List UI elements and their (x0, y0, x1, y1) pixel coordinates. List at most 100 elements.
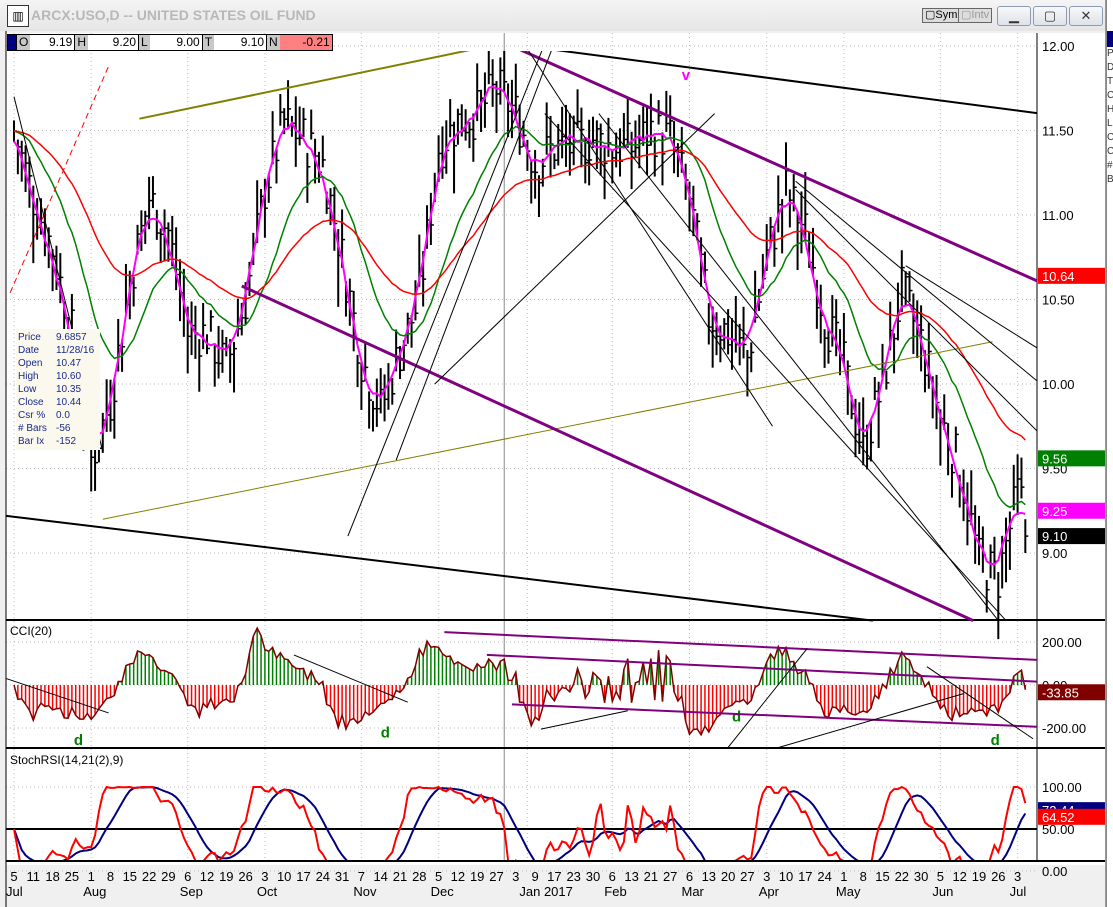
month-label: Oct (257, 884, 278, 899)
date-tick-label: 26 (238, 869, 252, 884)
annotation-label: v (682, 67, 691, 84)
cursor-info-key: Bar Ix (18, 436, 45, 447)
annotation-label: d (74, 732, 83, 749)
date-tick-label: 13 (624, 869, 638, 884)
month-label: Apr (759, 884, 780, 899)
maximize-button[interactable]: ▢ (1033, 6, 1067, 26)
minimize-button[interactable]: ▁ (997, 6, 1031, 26)
cursor-info-value: -152 (56, 436, 77, 447)
cursor-info-key: High (18, 371, 39, 382)
low-value: 9.00 (176, 35, 200, 49)
high-value: 9.20 (112, 35, 137, 49)
cci-tick-label: -200.00 (1042, 721, 1086, 736)
cursor-info-value: 10.60 (56, 371, 82, 382)
date-tick-label: 3 (512, 869, 519, 884)
date-tick-label: 6 (609, 869, 616, 884)
cursor-info-row: Low 10.35 (18, 383, 100, 396)
price-tag: 10.64 (1042, 269, 1075, 284)
cursor-info-row: Csr % 0.0 (18, 409, 100, 422)
price-tag: 9.10 (1042, 529, 1067, 544)
date-tick-label: 8 (107, 869, 114, 884)
cci-value-tag: -33.85 (1042, 685, 1079, 700)
price-tick-label: 11.50 (1042, 124, 1074, 139)
cursor-info-value: 10.47 (56, 358, 82, 369)
month-label: Aug (83, 884, 106, 899)
date-tick-label: 19 (972, 869, 986, 884)
date-tick-label: 18 (45, 869, 59, 884)
cci-title: CCI(20) (10, 624, 52, 638)
cursor-info-row: High 10.60 (18, 370, 100, 383)
price-tick-label: 11.00 (1042, 208, 1074, 223)
date-tick-label: 28 (412, 869, 426, 884)
date-tick-label: 6 (184, 869, 191, 884)
cursor-info-row: # Bars -56 (18, 422, 100, 435)
date-tick-label: 22 (895, 869, 909, 884)
date-tick-label: 30 (914, 869, 928, 884)
date-tick-label: 3 (1014, 869, 1021, 884)
date-tick-label: 26 (991, 869, 1005, 884)
date-tick-label: 9 (531, 869, 538, 884)
intv-link-button[interactable]: ▢Intv (958, 8, 993, 23)
date-tick-label: 5 (435, 869, 442, 884)
date-tick-label: 10 (779, 869, 793, 884)
sym-link-button[interactable]: ▢Sym (922, 8, 961, 23)
side-panel: P D T C H L C C # B (1106, 0, 1113, 907)
date-tick-label: 1 (840, 869, 847, 884)
date-tick-label: 24 (817, 869, 831, 884)
cursor-info-key: Date (18, 345, 40, 356)
last-label: T (201, 35, 215, 50)
side-panel-label: C (1107, 146, 1113, 157)
cursor-info-box: Price 9.6857 Date 11/28/16 Open 10.47 High 10.6… (16, 329, 100, 450)
cursor-info-value: 9.6857 (56, 332, 87, 343)
cursor-info-key: Csr % (18, 410, 46, 421)
cursor-info-key: Open (18, 358, 43, 369)
date-tick-label: 12 (952, 869, 966, 884)
close-button[interactable]: ✕ (1069, 6, 1103, 26)
date-tick-label: 21 (644, 869, 658, 884)
side-panel-label: P (1107, 48, 1113, 59)
price-tag: 9.56 (1042, 451, 1067, 466)
date-tick-label: 5 (937, 869, 944, 884)
date-tick-label: 21 (393, 869, 407, 884)
date-tick-label: 31 (335, 869, 349, 884)
annotation-label: d (991, 732, 1000, 749)
cursor-info-key: Close (18, 397, 44, 408)
intv-label: Intv (971, 9, 990, 21)
date-tick-label: 22 (142, 869, 156, 884)
window-title: ARCX:USO,D -- UNITED STATES OIL FUND (31, 7, 316, 23)
cursor-info-key: # Bars (18, 423, 47, 434)
side-panel-header (1107, 31, 1113, 47)
high-label: H (74, 35, 89, 50)
low-label: L (138, 35, 150, 50)
side-panel-label: D (1107, 62, 1113, 73)
date-tick-label: 19 (470, 869, 484, 884)
date-tick-label: 6 (686, 869, 693, 884)
month-label: Jun (932, 884, 953, 899)
price-tick-label: 9.00 (1042, 546, 1067, 561)
quote-bar: O 9.19 H 9.20 L 9.00 T 9.10 N -0.21 (7, 34, 333, 51)
date-tick-label: 14 (373, 869, 387, 884)
month-label: Dec (431, 884, 455, 899)
stochrsi-tick-label: 0.00 (1042, 864, 1067, 879)
month-label: Nov (353, 884, 377, 899)
quote-color-marker (8, 35, 16, 50)
date-tick-label: 13 (702, 869, 716, 884)
date-tick-label: 25 (65, 869, 79, 884)
cci-tick-label: 200.00 (1042, 635, 1082, 650)
date-tick-label: 27 (663, 869, 677, 884)
title-bar[interactable]: ▥ ARCX:USO,D -- UNITED STATES OIL FUND ▢… (0, 0, 1105, 31)
chart-icon: ▥ (7, 5, 29, 27)
date-tick-label: 19 (219, 869, 233, 884)
date-tick-label: 17 (296, 869, 310, 884)
cursor-info-value: -56 (56, 423, 71, 434)
chart-canvas[interactable]: vd ddd12.0011.5011.0010.5010.009.509.0010… (0, 31, 1105, 907)
date-tick-label: 10 (277, 869, 291, 884)
date-tick-label: 30 (586, 869, 600, 884)
date-tick-label: 1 (88, 869, 95, 884)
open-label: O (16, 35, 31, 50)
annotation-label: d (732, 709, 741, 726)
net-change-value: -0.21 (279, 35, 332, 50)
cursor-info-value: 10.44 (56, 397, 82, 408)
net-label: N (266, 35, 280, 50)
cursor-info-key: Low (18, 384, 37, 395)
